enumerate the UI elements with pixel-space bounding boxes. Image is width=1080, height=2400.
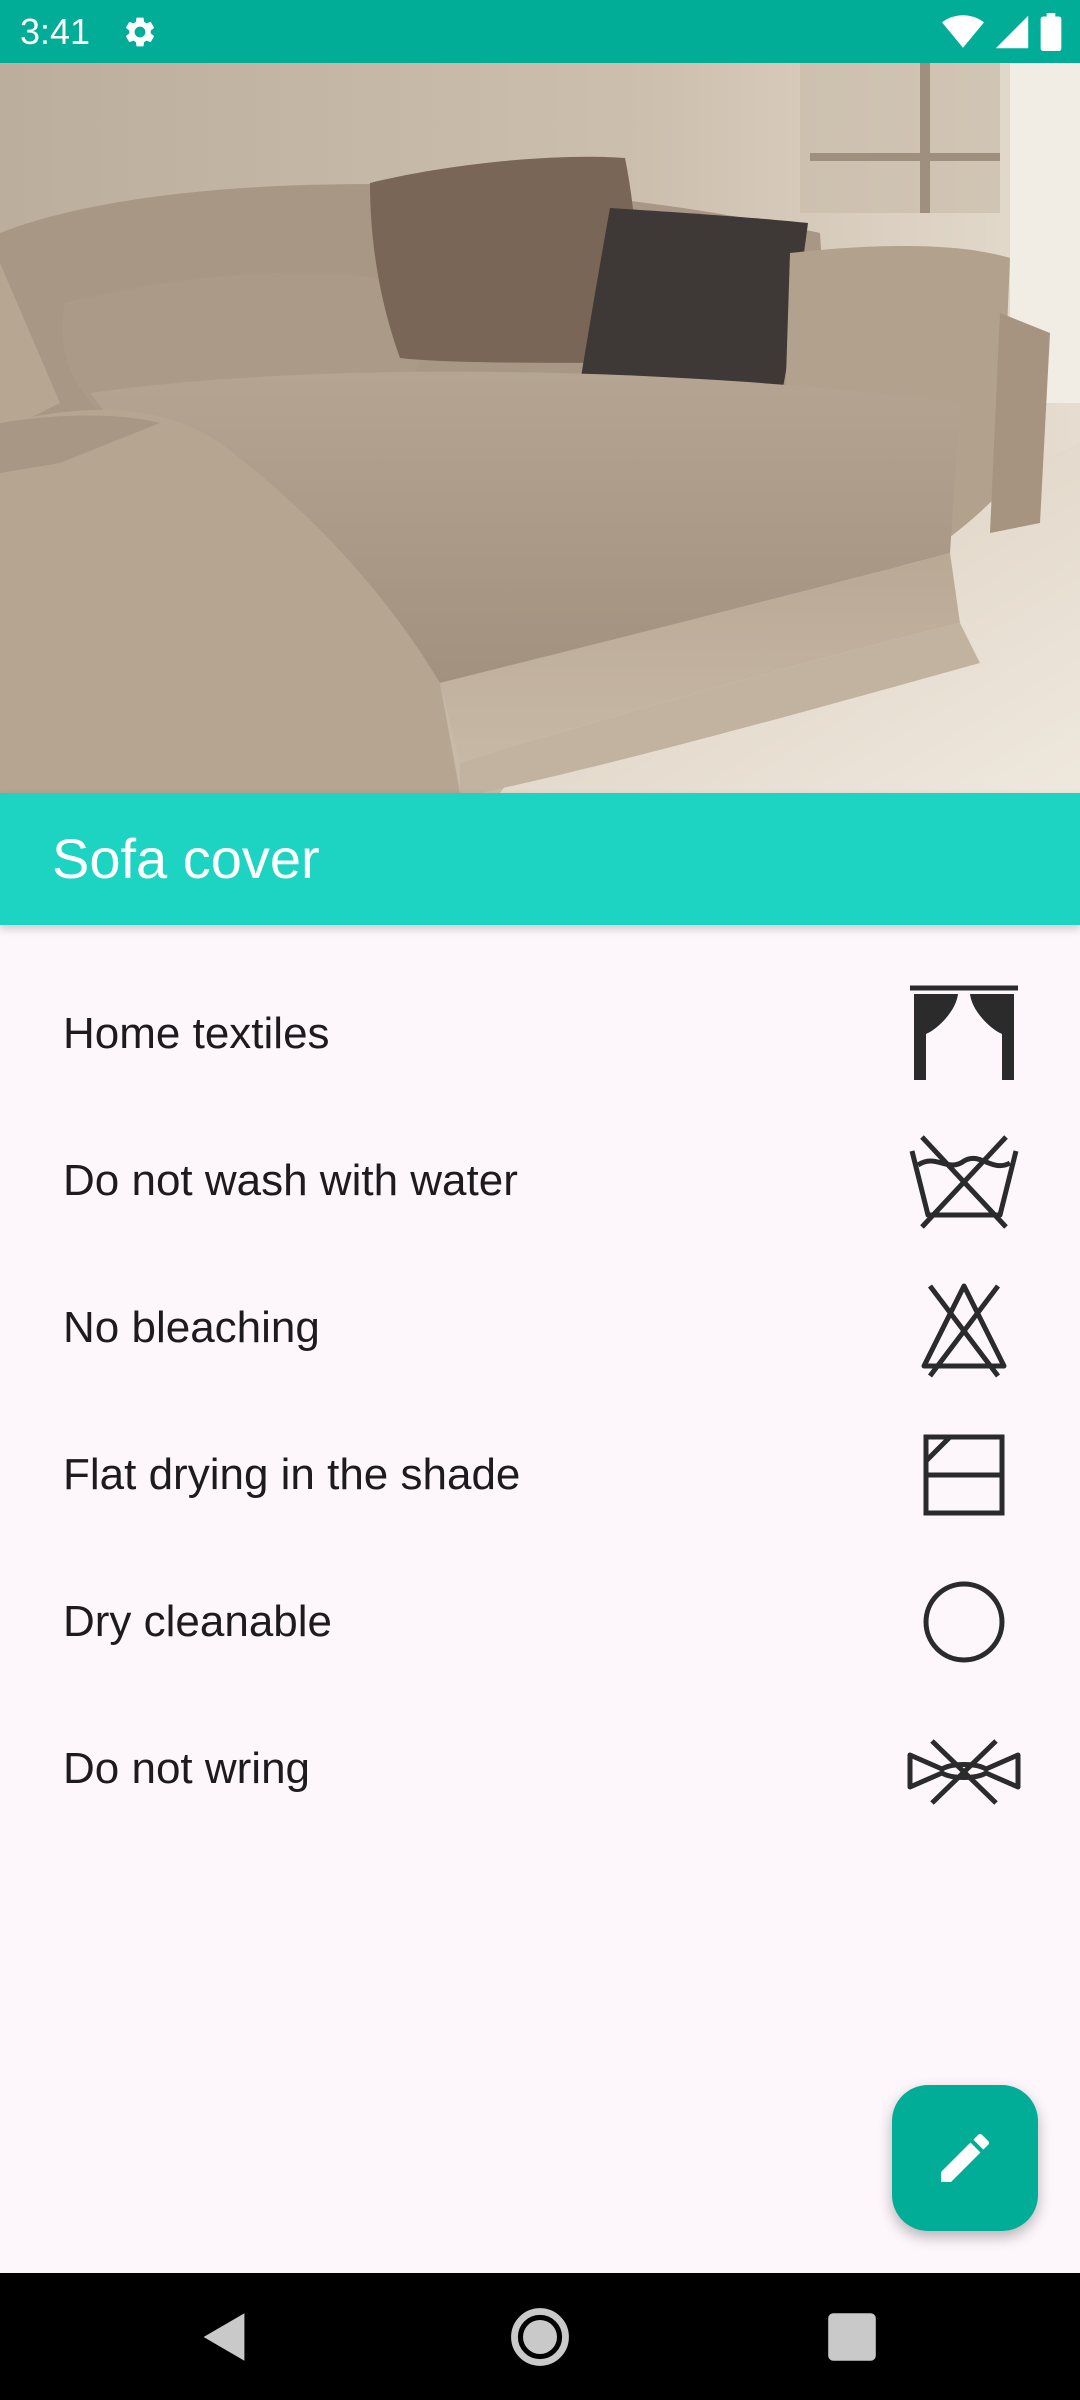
nav-bar [0,2273,1080,2400]
list-item: Home textiles [0,960,1080,1107]
care-label: No bleaching [63,1303,320,1352]
care-label: Dry cleanable [63,1597,333,1646]
status-icons [942,12,1062,52]
status-bar: 3:41 [0,0,1080,63]
list-item: Do not wash with water [0,1107,1080,1254]
edit-button[interactable] [892,2085,1038,2231]
screen: 3:41 Sofa cover Home textiles Do not was… [0,0,1080,2400]
care-label: Flat drying in the shade [63,1450,521,1499]
wifi-icon [942,15,984,48]
dry-clean-icon [923,1581,1005,1663]
care-label: Do not wash with water [63,1156,518,1205]
sofa-photo [0,63,1080,793]
curtain-icon [910,985,1018,1080]
edit-pencil-icon [941,2133,990,2182]
status-time: 3:41 [20,11,91,52]
list-item: Do not wring [0,1695,1080,1842]
recents-icon[interactable] [818,2303,886,2371]
do-not-wring-icon [907,1739,1021,1805]
do-not-wash-icon [909,1135,1019,1229]
back-icon[interactable] [190,2303,258,2371]
care-label: Home textiles [63,1009,330,1058]
care-list: Home textiles Do not wash with water No … [0,960,1080,1842]
care-label: Do not wring [63,1744,311,1793]
list-item: Dry cleanable [0,1548,1080,1695]
title-bar: Sofa cover [0,793,1080,925]
list-item: Flat drying in the shade [0,1401,1080,1548]
page-title: Sofa cover [52,827,320,890]
list-item: No bleaching [0,1254,1080,1401]
dry-flat-shade-icon [923,1434,1005,1516]
no-bleach-icon [921,1283,1007,1378]
battery-icon [1040,13,1062,51]
cell-signal-icon [995,15,1029,49]
gear-icon [125,17,155,47]
home-icon[interactable] [506,2303,574,2371]
